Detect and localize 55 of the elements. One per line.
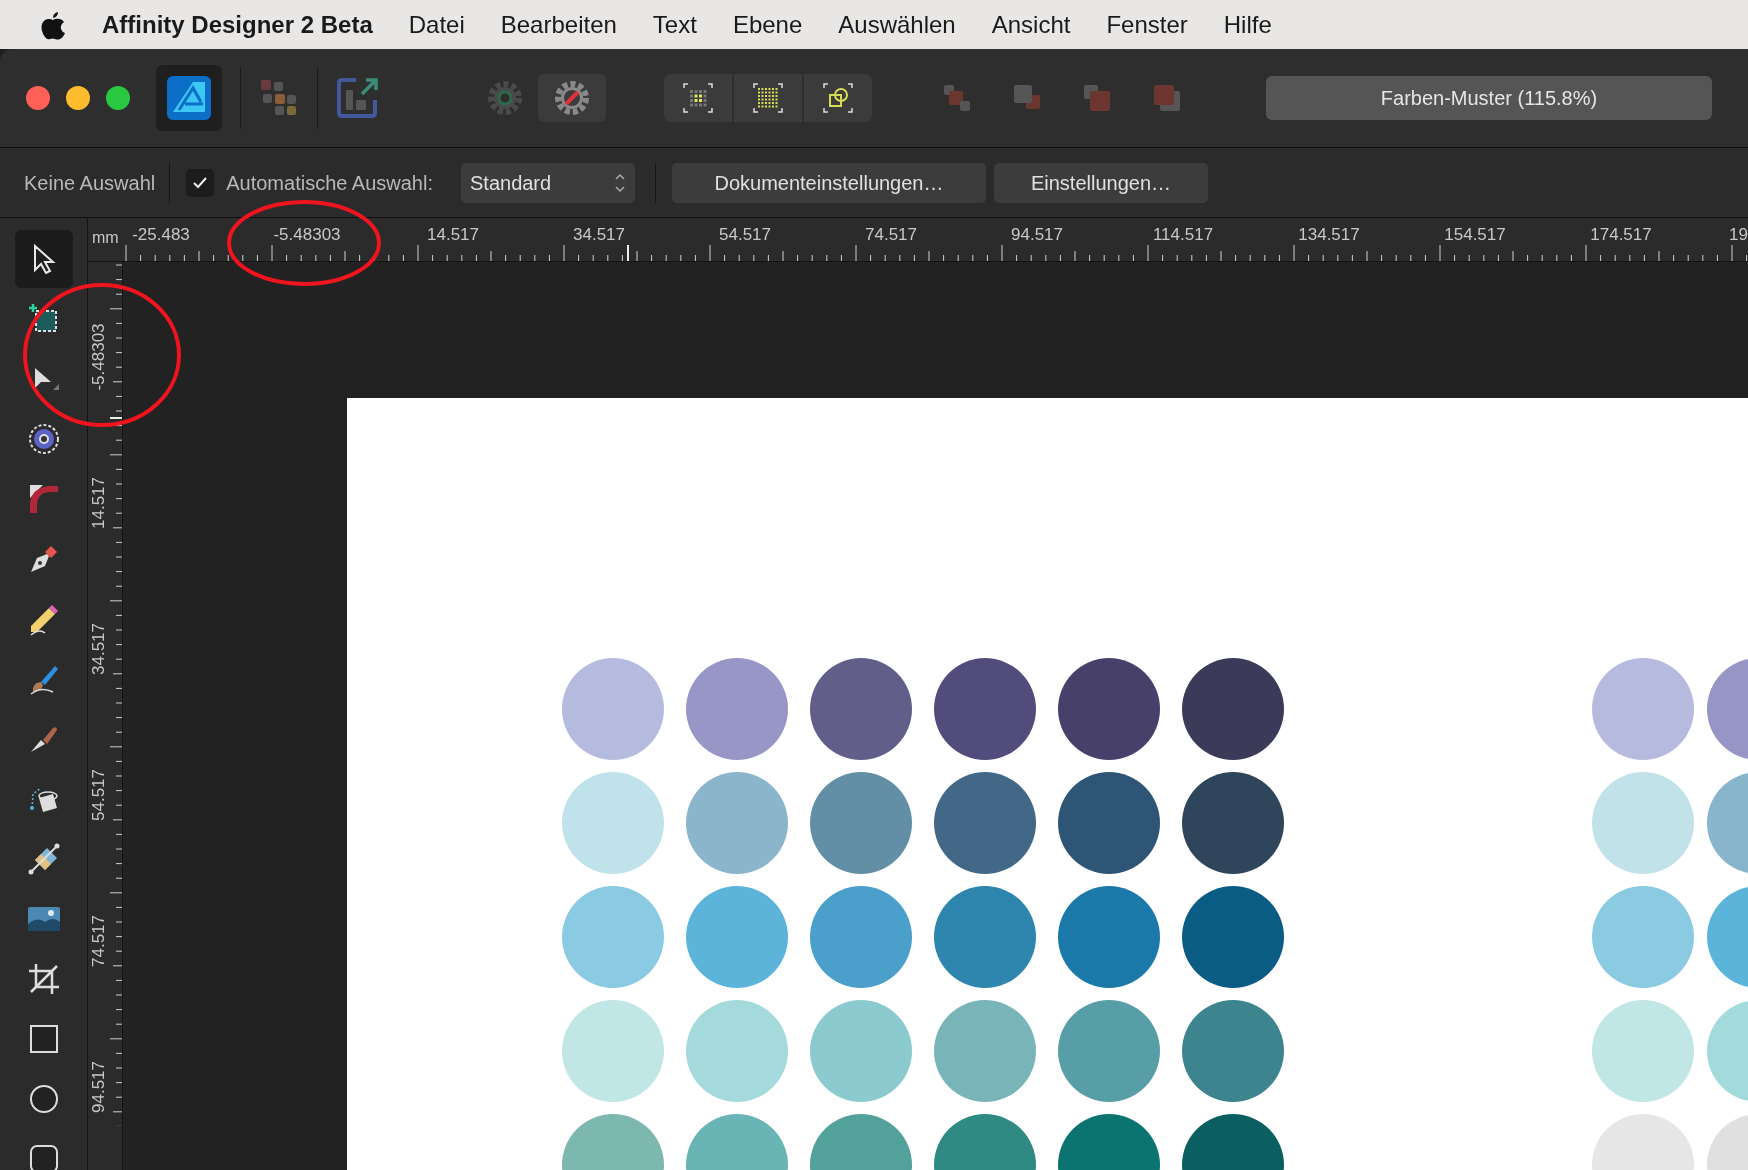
- pixel-persona-icon[interactable]: [259, 78, 299, 118]
- menu-item[interactable]: Hilfe: [1223, 6, 1272, 43]
- mode-dropdown[interactable]: Standard: [461, 162, 635, 203]
- menu-item[interactable]: Ebene: [732, 6, 803, 43]
- menu-item[interactable]: Ansicht: [991, 6, 1071, 43]
- auto-select-label: Automatische Auswahl:: [226, 170, 433, 196]
- tool-button[interactable]: [14, 230, 73, 288]
- ruler-label: 19: [1729, 224, 1748, 246]
- menu-item[interactable]: Auswählen: [838, 6, 956, 43]
- gradient-icon: [26, 842, 61, 876]
- ruler-label: 34.517: [88, 623, 110, 675]
- ruler-label: -5.48303: [273, 224, 341, 246]
- view-mode-button[interactable]: [804, 74, 872, 122]
- ruler-label: -25.483: [132, 224, 190, 246]
- shapes-overlap-icon: [823, 83, 853, 113]
- menu-item[interactable]: Bearbeiten: [500, 6, 617, 43]
- persona-button[interactable]: [156, 65, 222, 131]
- app-logo-icon: [165, 74, 213, 122]
- ruler-label: 94.517: [1011, 224, 1063, 246]
- pixel-grid-icon: [683, 83, 713, 113]
- ruler-label: 114.517: [1152, 224, 1214, 246]
- ruler-label: 94.517: [88, 1061, 110, 1113]
- toolbar-button[interactable]: Dokumenteinstellungen…: [672, 162, 986, 203]
- ruler-label: 14.517: [88, 477, 110, 529]
- ruler-label: 34.517: [573, 224, 625, 246]
- crop-icon: [26, 962, 61, 996]
- selection-label: Keine Auswahl: [24, 170, 156, 196]
- ruler-label: 174.517: [1590, 224, 1652, 246]
- toolbar-button[interactable]: Einstellungen…: [994, 162, 1208, 203]
- ruler-label: 54.517: [88, 769, 110, 821]
- view-mode-button[interactable]: [734, 74, 802, 122]
- target-icon: [26, 422, 61, 456]
- maximize-window-button[interactable]: [106, 86, 130, 110]
- ruler-label: 154.517: [1444, 224, 1506, 246]
- gear-icon: [553, 79, 591, 117]
- ruler-label: 54.517: [719, 224, 771, 246]
- ruler-unit: mm: [92, 228, 119, 248]
- app-name-menu[interactable]: Affinity Designer 2 Beta: [102, 6, 373, 43]
- ruler-label: 74.517: [865, 224, 917, 246]
- menu-item[interactable]: Fenster: [1106, 6, 1188, 43]
- auto-select-checkbox[interactable]: [186, 168, 215, 197]
- minimize-window-button[interactable]: [66, 86, 90, 110]
- document-title-field[interactable]: Farben-Muster (115.8%): [1266, 76, 1712, 120]
- ruler-label: 14.517: [427, 224, 479, 246]
- pixel-grid-icon: [753, 83, 783, 113]
- export-persona-icon[interactable]: [336, 76, 380, 120]
- close-window-button[interactable]: [26, 86, 50, 110]
- menu-item[interactable]: Datei: [408, 6, 465, 43]
- ruler-label: 134.517: [1298, 224, 1360, 246]
- apple-logo-icon[interactable]: [40, 9, 66, 40]
- snapping-button[interactable]: [538, 74, 606, 122]
- menu-item[interactable]: Text: [652, 6, 697, 43]
- view-mode-button[interactable]: [664, 74, 732, 122]
- ruler-label: 74.517: [88, 915, 110, 967]
- ruler-label: -5.48303: [88, 323, 110, 391]
